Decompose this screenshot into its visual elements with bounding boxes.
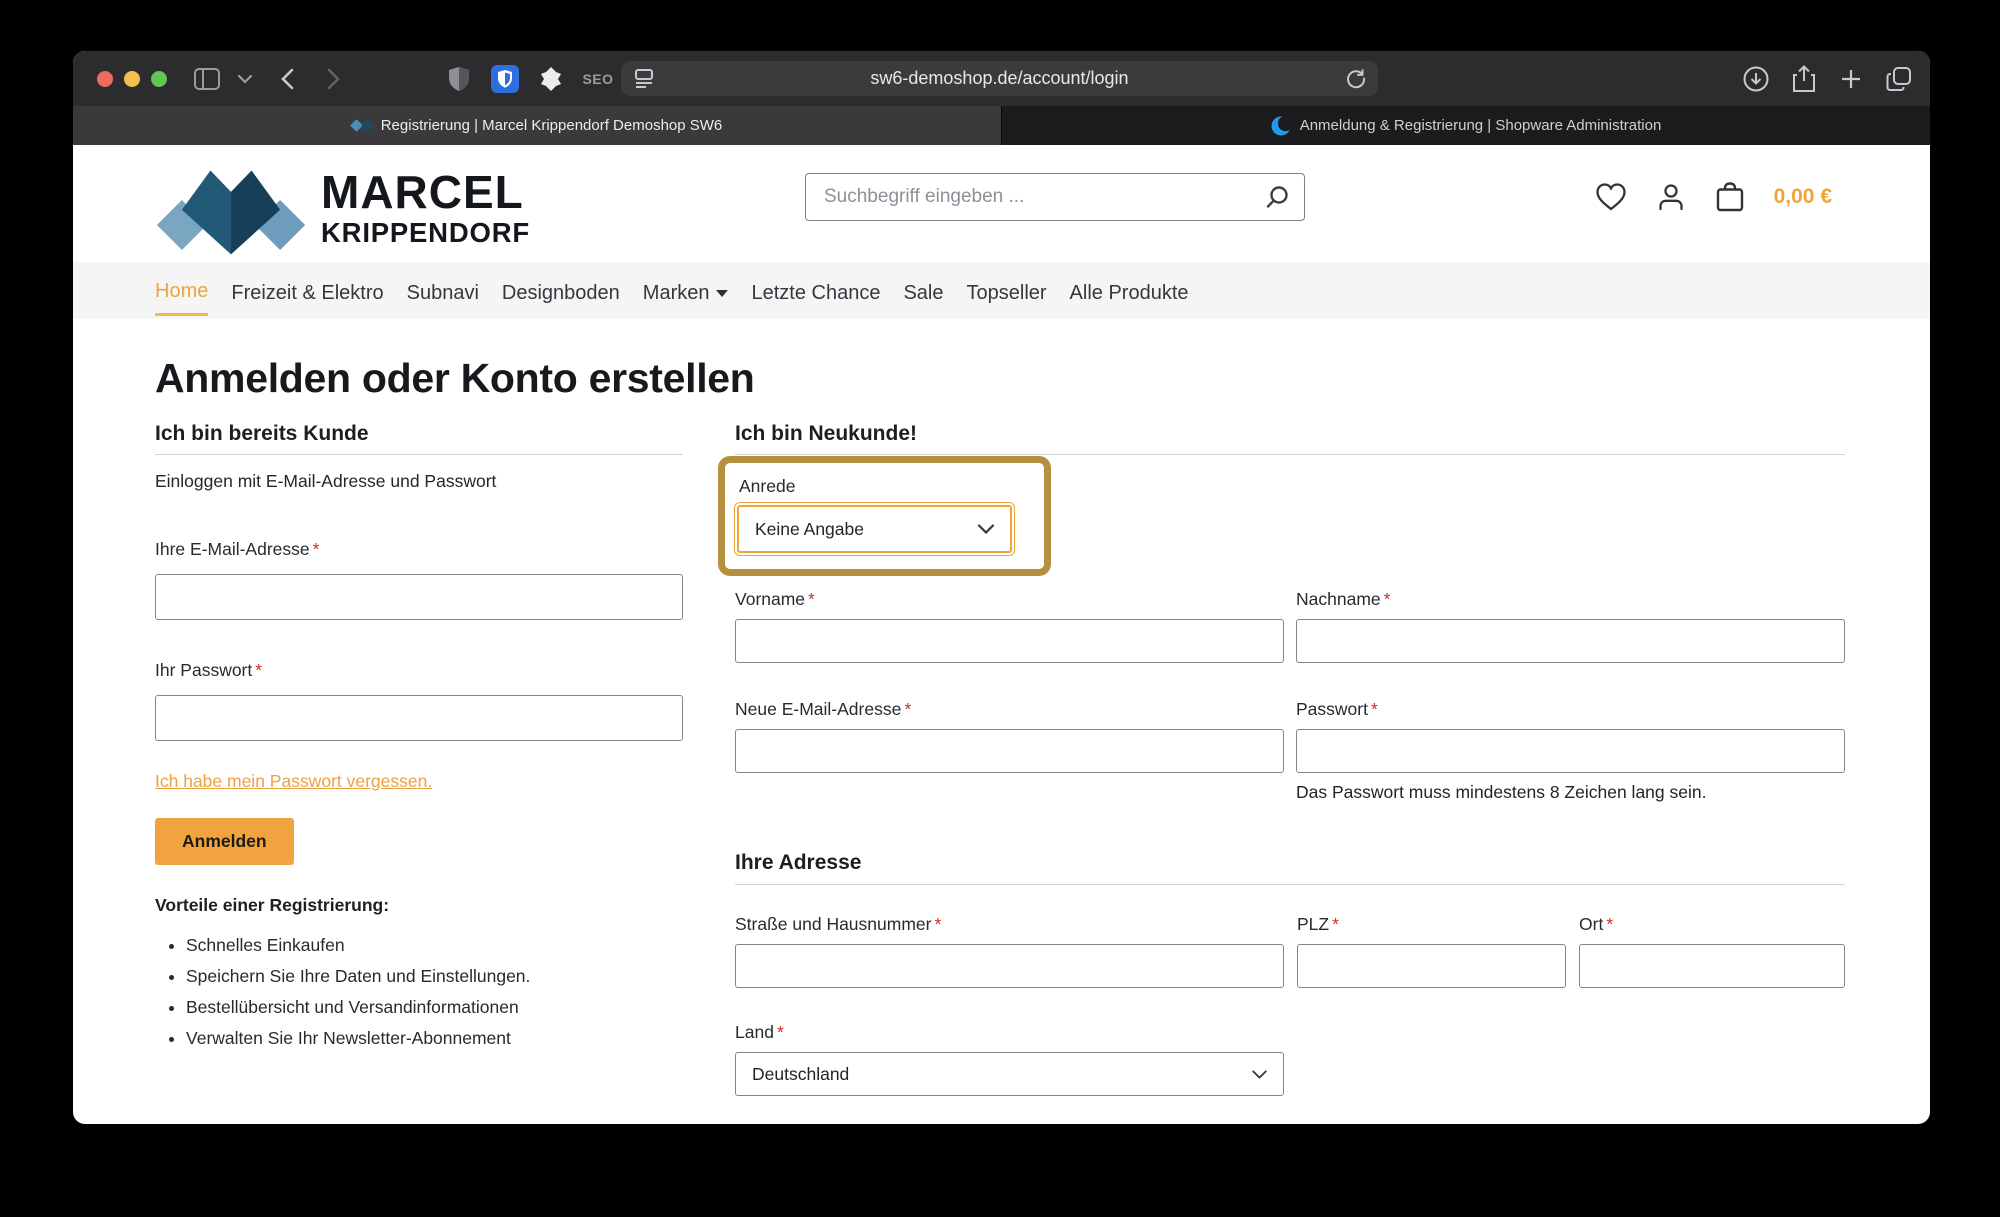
- share-icon[interactable]: [1792, 65, 1816, 93]
- chevron-down-icon: [978, 524, 994, 534]
- tab-admin[interactable]: Anmeldung & Registrierung | Shopware Adm…: [1002, 106, 1930, 145]
- chevron-down-icon: [716, 290, 728, 297]
- sidebar-chevron-icon[interactable]: [231, 65, 259, 93]
- shop-favicon: [352, 121, 372, 130]
- shop-header: MARCEL KRIPPENDORF 0,00 €: [73, 145, 1930, 262]
- downloads-icon[interactable]: [1743, 66, 1769, 92]
- password-label: Ihr Passwort*: [155, 660, 683, 681]
- street-field[interactable]: [735, 944, 1284, 988]
- nav-item-marken[interactable]: Marken: [643, 267, 729, 315]
- login-intro: Einloggen mit E-Mail-Adresse und Passwor…: [155, 471, 683, 492]
- nav-item-designboden[interactable]: Designboden: [502, 267, 620, 315]
- logo-diamonds-icon: [155, 158, 307, 258]
- divider: [155, 454, 683, 455]
- nav-item-home[interactable]: Home: [155, 265, 208, 316]
- street-label: Straße und Hausnummer*: [735, 914, 1284, 935]
- last-name-field[interactable]: [1296, 619, 1845, 663]
- address-heading: Ihre Adresse: [735, 851, 1845, 875]
- password-field[interactable]: [155, 695, 683, 741]
- country-select[interactable]: Deutschland: [735, 1052, 1284, 1096]
- benefit-item: Schnelles Einkaufen: [186, 930, 683, 961]
- reader-icon[interactable]: [633, 67, 655, 89]
- nav-item-subnavi[interactable]: Subnavi: [407, 267, 479, 315]
- address-bar[interactable]: sw6-demoshop.de/account/login: [621, 61, 1378, 96]
- new-email-field[interactable]: [735, 729, 1284, 773]
- account-icon[interactable]: [1656, 182, 1686, 212]
- register-password-field[interactable]: [1296, 729, 1845, 773]
- nav-item-letzte-chance[interactable]: Letzte Chance: [751, 267, 880, 315]
- shop-logo[interactable]: MARCEL KRIPPENDORF: [155, 158, 530, 258]
- tab-overview-icon[interactable]: [1886, 66, 1912, 92]
- tab-admin-title: Anmeldung & Registrierung | Shopware Adm…: [1300, 117, 1662, 134]
- register-heading: Ich bin Neukunde!: [735, 422, 1845, 446]
- login-section: Ich bin bereits Kunde Einloggen mit E-Ma…: [155, 422, 683, 1096]
- login-heading: Ich bin bereits Kunde: [155, 422, 683, 446]
- country-label: Land*: [735, 1022, 1845, 1043]
- tab-bar: Registrierung | Marcel Krippendorf Demos…: [73, 106, 1930, 145]
- new-email-label: Neue E-Mail-Adresse*: [735, 699, 1284, 720]
- email-label: Ihre E-Mail-Adresse*: [155, 539, 683, 560]
- wishlist-heart-icon[interactable]: [1595, 182, 1627, 212]
- minimize-window-button[interactable]: [124, 71, 140, 87]
- zip-field[interactable]: [1297, 944, 1566, 988]
- browser-window: SEO sw6-demoshop.de/account/login: [73, 51, 1930, 1124]
- cart-bag-icon[interactable]: [1715, 181, 1745, 213]
- salutation-label: Anrede: [739, 476, 1030, 497]
- benefit-item: Bestellübersicht und Versandinformatione…: [186, 992, 683, 1023]
- logo-text: MARCEL KRIPPENDORF: [321, 169, 530, 247]
- benefits-heading: Vorteile einer Registrierung:: [155, 895, 683, 916]
- tab-shop[interactable]: Registrierung | Marcel Krippendorf Demos…: [73, 106, 1002, 145]
- account-login-page: Anmelden oder Konto erstellen Ich bin be…: [73, 355, 1930, 1096]
- nav-item-sale[interactable]: Sale: [903, 267, 943, 315]
- benefits-list: Schnelles Einkaufen Speichern Sie Ihre D…: [186, 930, 683, 1054]
- register-section: Ich bin Neukunde! Anrede Keine Angabe Vo…: [735, 422, 1845, 1096]
- nav-item-freizeit-elektro[interactable]: Freizeit & Elektro: [231, 267, 383, 315]
- zoom-window-button[interactable]: [151, 71, 167, 87]
- url-text: sw6-demoshop.de/account/login: [621, 68, 1378, 89]
- cart-total[interactable]: 0,00 €: [1774, 185, 1832, 209]
- back-icon[interactable]: [273, 65, 301, 93]
- main-navigation: Home Freizeit & Elektro Subnavi Designbo…: [73, 262, 1930, 319]
- nav-item-topseller[interactable]: Topseller: [967, 267, 1047, 315]
- benefit-item: Speichern Sie Ihre Daten und Einstellung…: [186, 961, 683, 992]
- page-title: Anmelden oder Konto erstellen: [155, 355, 1845, 402]
- login-button[interactable]: Anmelden: [155, 818, 294, 865]
- search-input[interactable]: [806, 186, 1264, 208]
- annotation-highlight: Anrede Keine Angabe: [718, 456, 1051, 576]
- divider: [735, 454, 1845, 455]
- diamond-extension-icon[interactable]: [537, 65, 565, 93]
- search-box: [805, 173, 1305, 221]
- register-password-label: Passwort*: [1296, 699, 1845, 720]
- blue-shield-extension-icon[interactable]: [491, 65, 519, 93]
- new-tab-icon[interactable]: [1839, 67, 1863, 91]
- last-name-label: Nachname*: [1296, 589, 1845, 610]
- forward-icon[interactable]: [319, 65, 347, 93]
- browser-toolbar: SEO sw6-demoshop.de/account/login: [73, 51, 1930, 106]
- shield-extension-icon[interactable]: [445, 65, 473, 93]
- benefit-item: Verwalten Sie Ihr Newsletter-Abonnement: [186, 1023, 683, 1054]
- zip-label: PLZ*: [1297, 914, 1566, 935]
- city-field[interactable]: [1579, 944, 1845, 988]
- first-name-field[interactable]: [735, 619, 1284, 663]
- close-window-button[interactable]: [97, 71, 113, 87]
- salutation-select[interactable]: Keine Angabe: [737, 505, 1012, 553]
- first-name-label: Vorname*: [735, 589, 1284, 610]
- shopware-favicon: [1271, 116, 1291, 136]
- seo-extension-icon[interactable]: SEO: [578, 65, 618, 93]
- reload-icon[interactable]: [1346, 68, 1366, 89]
- search-icon[interactable]: [1264, 184, 1290, 210]
- password-hint: Das Passwort muss mindestens 8 Zeichen l…: [1296, 782, 1845, 803]
- sidebar-toggle-icon[interactable]: [193, 65, 221, 93]
- email-field[interactable]: [155, 574, 683, 620]
- forgot-password-link[interactable]: Ich habe mein Passwort vergessen.: [155, 771, 432, 792]
- chevron-down-icon: [1252, 1070, 1267, 1079]
- divider: [735, 884, 1845, 885]
- city-label: Ort*: [1579, 914, 1845, 935]
- nav-item-alle-produkte[interactable]: Alle Produkte: [1070, 267, 1189, 315]
- tab-shop-title: Registrierung | Marcel Krippendorf Demos…: [381, 117, 723, 134]
